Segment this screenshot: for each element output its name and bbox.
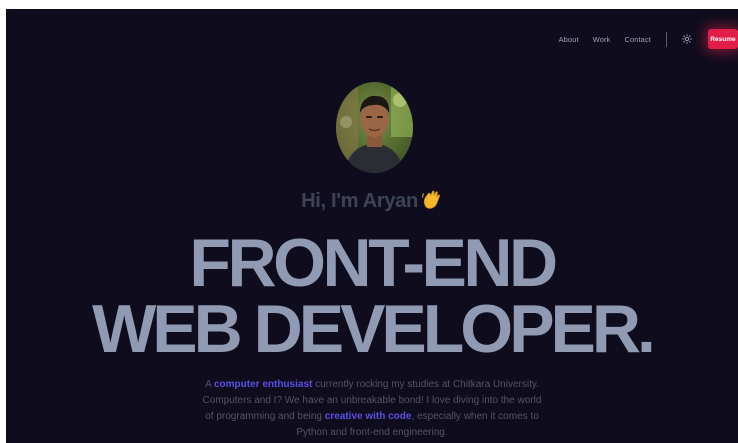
nav-link-about[interactable]: About	[559, 35, 579, 44]
greeting: Hi, I'm Aryan	[6, 189, 738, 213]
sun-icon[interactable]	[680, 32, 694, 46]
bio-highlight-computer-enthusiast: computer enthusiast	[213, 379, 313, 390]
bio-text-1: A	[205, 379, 214, 390]
bio-highlight-creative-with-code: creative with code	[324, 411, 412, 422]
top-nav: About Work Contact Resume	[559, 29, 738, 49]
bio-paragraph: A computer enthusiast currently rocking …	[197, 377, 547, 441]
headline-line-1: FRONT-END	[189, 225, 558, 301]
avatar	[336, 82, 413, 173]
headline-line-2: WEB DEVELOPER.	[92, 291, 656, 367]
waving-hand-icon	[421, 189, 443, 211]
greeting-text: Hi, I'm Aryan	[301, 190, 418, 212]
nav-divider	[666, 31, 667, 47]
resume-button[interactable]: Resume	[708, 29, 738, 49]
nav-link-contact[interactable]: Contact	[624, 35, 651, 44]
nav-link-work[interactable]: Work	[593, 35, 611, 44]
page: About Work Contact Resume Hi, I'm Aryan …	[6, 9, 738, 443]
